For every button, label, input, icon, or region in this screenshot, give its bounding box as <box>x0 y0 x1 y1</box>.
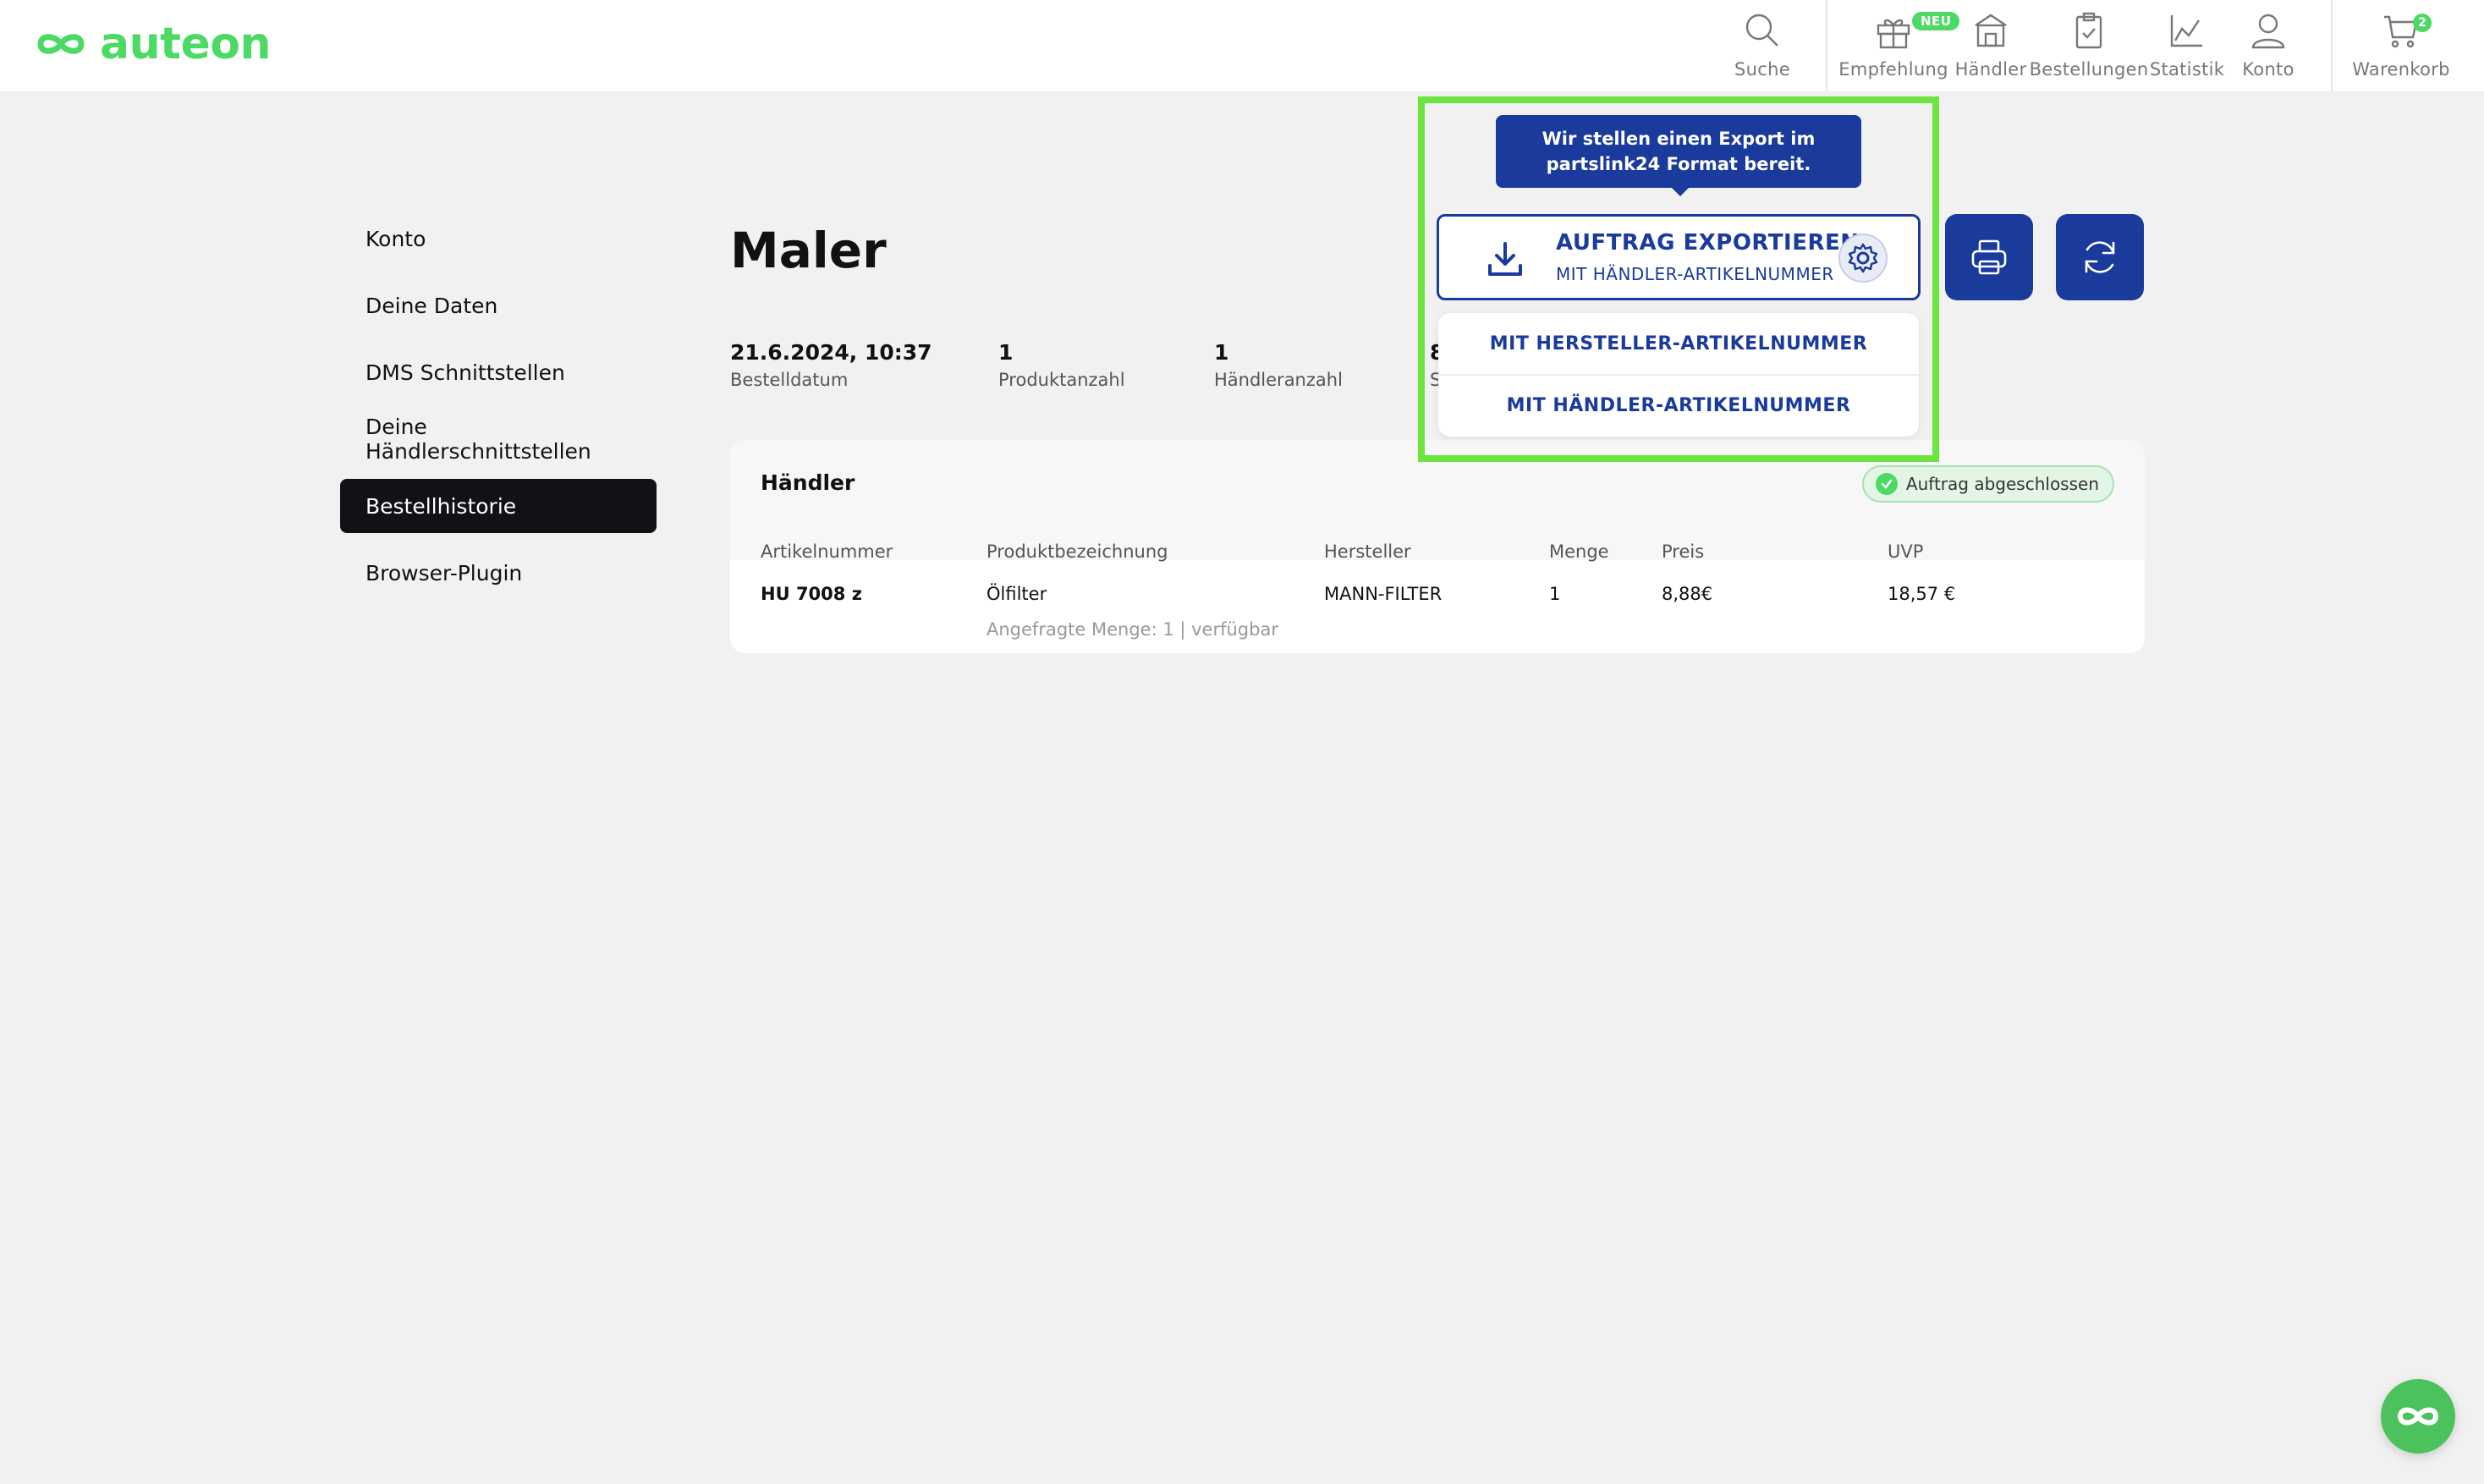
nav-account[interactable]: Konto <box>2209 10 2327 80</box>
cell-uvp: 18,57 € <box>1888 584 1956 604</box>
nav-cart-label: Warenkorb <box>2352 59 2450 80</box>
nav-account-label: Konto <box>2242 59 2294 80</box>
gift-icon <box>1877 19 1910 49</box>
stat-label: Händleranzahl <box>1214 370 1343 390</box>
cell-manufacturer: MANN-FILTER <box>1324 584 1443 604</box>
nav-search[interactable]: Suche <box>1703 10 1822 80</box>
account-sidebar: Konto Deine Daten DMS Schnittstellen Dei… <box>340 212 657 613</box>
export-option-dealer-number[interactable]: MIT HÄNDLER-ARTIKELNUMMER <box>1438 374 1919 435</box>
nav-cart[interactable]: 2 Warenkorb <box>2342 10 2460 80</box>
stat-value: 1 <box>1214 340 1229 365</box>
cart-count-badge: 2 <box>2413 14 2432 32</box>
column-header: Menge <box>1549 541 1609 562</box>
export-options-dropdown: MIT HERSTELLER-ARTIKELNUMMER MIT HÄNDLER… <box>1438 313 1919 437</box>
export-order-button[interactable]: AUFTRAG EXPORTIEREN MIT HÄNDLER-ARTIKELN… <box>1437 214 1921 300</box>
stat-label: Produktanzahl <box>998 370 1125 390</box>
cell-quantity: 1 <box>1549 584 1561 604</box>
tooltip-arrow <box>1670 186 1690 196</box>
column-header: Produktbezeichnung <box>986 541 1168 562</box>
infinity-chat-icon <box>2397 1407 2439 1426</box>
nav-divider <box>2331 0 2333 91</box>
sidebar-item-dms-schnittstellen[interactable]: DMS Schnittstellen <box>340 345 657 399</box>
sidebar-item-konto[interactable]: Konto <box>340 212 657 266</box>
status-text: Auftrag abgeschlossen <box>1905 474 2099 494</box>
page-title: Maler <box>730 222 887 279</box>
tooltip-line: Wir stellen einen Export im <box>1542 129 1816 149</box>
nav-divider <box>1826 0 1827 91</box>
column-header: UVP <box>1888 541 1924 562</box>
reorder-button[interactable] <box>2056 214 2144 300</box>
store-icon <box>1975 14 2007 47</box>
auteon-logo[interactable]: auteon <box>34 19 271 69</box>
export-button-label: AUFTRAG EXPORTIEREN <box>1556 230 1860 256</box>
chat-support-button[interactable] <box>2381 1379 2455 1454</box>
dealer-order-card: Händler Auftrag abgeschlossen Artikelnum… <box>730 440 2145 653</box>
sidebar-item-bestellhistorie[interactable]: Bestellhistorie <box>340 479 657 533</box>
check-icon <box>1875 473 1898 495</box>
gear-icon <box>1848 243 1878 273</box>
export-option-manufacturer-number[interactable]: MIT HERSTELLER-ARTIKELNUMMER <box>1438 313 1919 374</box>
stat-value: 1 <box>998 340 1014 365</box>
sidebar-item-browser-plugin[interactable]: Browser-Plugin <box>340 546 657 600</box>
tooltip-line: partslink24 Format bereit. <box>1546 154 1811 174</box>
cell-price: 8,88€ <box>1662 584 1713 604</box>
stat-label: Bestelldatum <box>730 370 849 390</box>
nav-dealers-label: Händler <box>1954 59 2027 80</box>
sidebar-item-haendlerschnittstellen[interactable]: Deine Händlerschnittstellen <box>340 412 657 466</box>
export-settings-button[interactable] <box>1838 234 1888 283</box>
stat-dealer-count: 1 Händleranzahl <box>1214 340 1343 390</box>
nav-search-label: Suche <box>1734 59 1790 80</box>
stat-product-count: 1 Produktanzahl <box>998 340 1125 390</box>
export-tooltip: Wir stellen einen Export im partslink24 … <box>1496 115 1861 188</box>
status-badge: Auftrag abgeschlossen <box>1861 465 2114 503</box>
download-icon <box>1488 242 1522 276</box>
column-header: Hersteller <box>1324 541 1411 562</box>
stat-value: 21.6.2024, 10:37 <box>730 340 932 365</box>
column-header: Preis <box>1662 541 1705 562</box>
clipboard-check-icon <box>2075 12 2102 49</box>
infinity-logo-icon <box>37 34 85 54</box>
chart-icon <box>2170 15 2202 47</box>
column-header: Artikelnummer <box>761 541 893 562</box>
export-button-sublabel: MIT HÄNDLER-ARTIKELNUMMER <box>1556 264 1834 284</box>
table-header-row <box>730 525 2145 560</box>
cell-article-number[interactable]: HU 7008 z <box>761 584 862 604</box>
availability-note: Angefragte Menge: 1 | verfügbar <box>986 619 1278 640</box>
stat-order-date: 21.6.2024, 10:37 Bestelldatum <box>730 340 932 390</box>
sidebar-item-deine-daten[interactable]: Deine Daten <box>340 278 657 333</box>
cell-product-name: Ölfilter <box>986 584 1047 604</box>
user-icon <box>2251 14 2285 49</box>
printer-icon <box>1971 239 2007 275</box>
print-button[interactable] <box>1945 214 2033 300</box>
brand-name: auteon <box>100 19 271 69</box>
search-icon <box>1745 14 1778 47</box>
top-header: auteon Suche NEU Empfehlung Händler Best… <box>0 0 2484 91</box>
refresh-icon <box>2085 241 2115 273</box>
dealer-section-title: Händler <box>761 470 855 495</box>
